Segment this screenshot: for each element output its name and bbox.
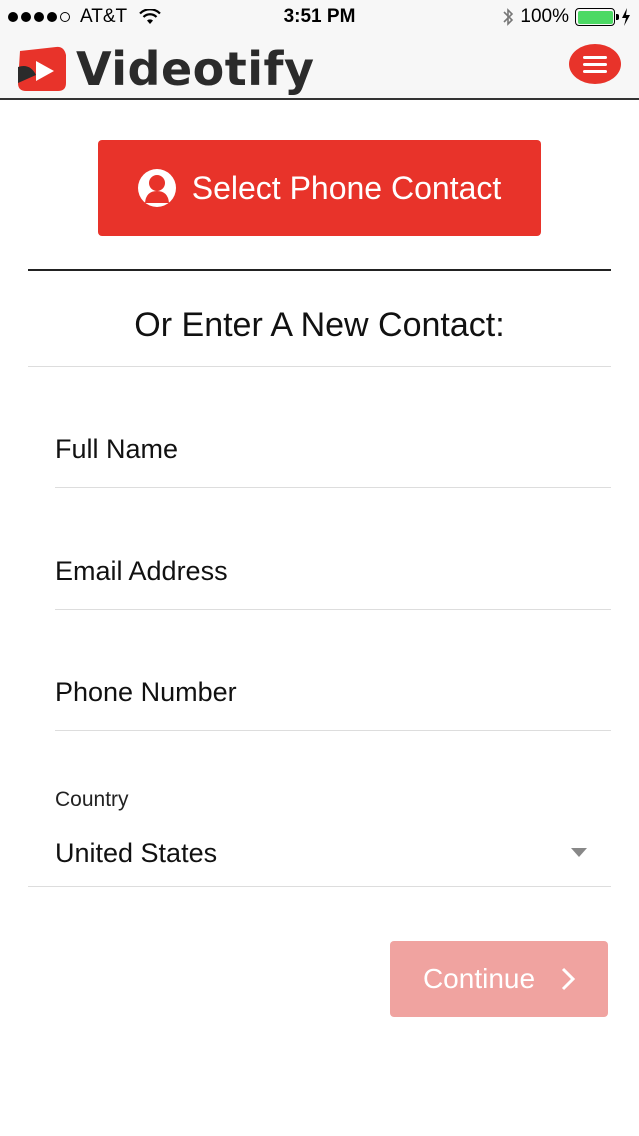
country-select[interactable]: Country United States	[28, 780, 611, 887]
country-value: United States	[55, 838, 218, 868]
charging-icon	[622, 8, 630, 26]
app-logo[interactable]: Videotify	[16, 42, 315, 96]
status-bar: AT&T 3:51 PM 100%	[0, 0, 639, 36]
continue-label: Continue	[422, 963, 536, 994]
select-phone-contact-label: Select Phone Contact	[191, 169, 502, 206]
app-header: Videotify	[0, 36, 639, 100]
divider	[28, 269, 611, 271]
phone-number-placeholder: Phone Number	[55, 677, 237, 707]
videotify-logo-icon	[18, 46, 66, 91]
new-contact-heading: Or Enter A New Contact:	[134, 306, 505, 344]
app-name: Videotify	[76, 42, 315, 96]
select-phone-contact-button[interactable]: Select Phone Contact	[98, 140, 541, 236]
menu-button[interactable]	[569, 44, 621, 84]
continue-button[interactable]: Continue	[390, 941, 608, 1017]
battery-percent: 100%	[520, 6, 569, 27]
status-right: 100%	[502, 6, 631, 28]
dropdown-caret-icon	[571, 848, 587, 857]
chevron-right-icon	[561, 967, 576, 991]
email-placeholder: Email Address	[55, 556, 228, 586]
phone-number-field[interactable]: Phone Number	[55, 663, 611, 731]
hamburger-icon	[583, 55, 607, 59]
battery-icon	[575, 8, 619, 26]
full-name-field[interactable]: Full Name	[55, 420, 611, 488]
divider	[28, 366, 611, 367]
country-label: Country	[55, 788, 129, 811]
person-icon	[137, 169, 176, 207]
full-name-placeholder: Full Name	[55, 434, 179, 464]
bluetooth-icon	[503, 8, 514, 26]
email-field[interactable]: Email Address	[55, 542, 611, 610]
